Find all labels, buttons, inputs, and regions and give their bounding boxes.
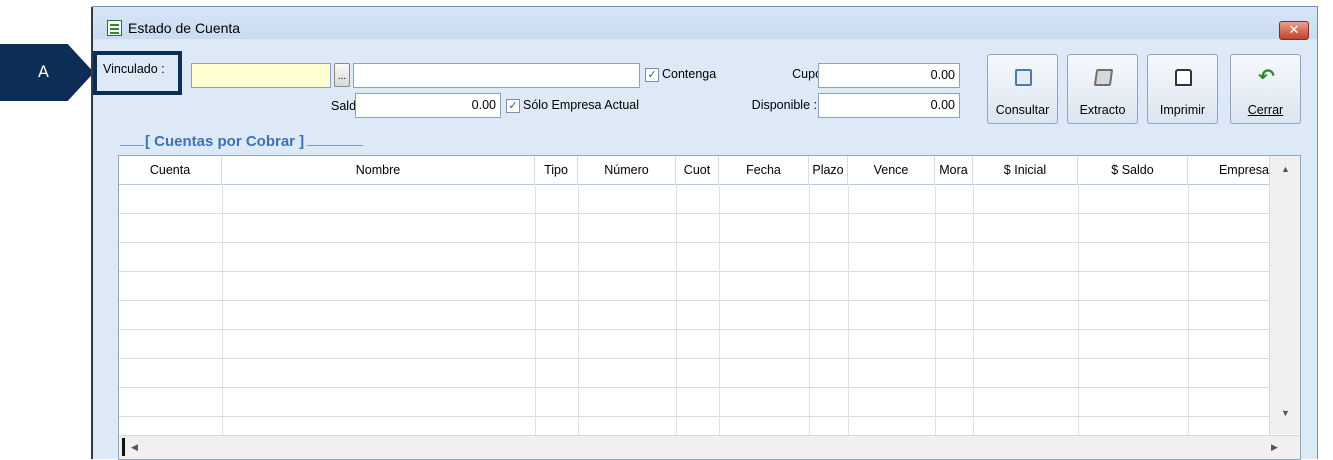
grid-col-line (1188, 184, 1189, 459)
disponible-input[interactable]: 0.00 (818, 93, 960, 118)
imprimir-button[interactable]: Imprimir (1147, 54, 1218, 124)
cuentas-grid[interactable]: Cuenta Nombre Tipo Número Cuot Fecha Pla… (118, 155, 1301, 460)
scroll-up-arrow-icon[interactable]: ▲ (1281, 164, 1290, 174)
consultar-button[interactable]: Consultar (987, 54, 1058, 124)
estado-cuenta-window: Estado de Cuenta ✕ Vinculado : ... ✓ Con… (91, 6, 1318, 460)
scroll-left-arrow-icon[interactable]: ◀ (131, 442, 138, 453)
col-tipo[interactable]: Tipo (535, 156, 578, 184)
contenga-checkbox[interactable]: ✓ (645, 68, 659, 82)
col-plazo[interactable]: Plazo (809, 156, 848, 184)
grid-col-line (935, 184, 936, 459)
statement-icon (1093, 69, 1114, 86)
grid-col-line (719, 184, 720, 459)
extracto-label: Extracto (1079, 103, 1126, 117)
solo-empresa-label: Sólo Empresa Actual (523, 98, 640, 112)
grid-col-line (676, 184, 677, 459)
title-bar: Estado de Cuenta ✕ (93, 7, 1317, 40)
contenga-label: Contenga (662, 67, 717, 81)
horizontal-scroll-thumb[interactable] (122, 438, 125, 456)
grid-col-line (578, 184, 579, 459)
callout-label: A (38, 62, 49, 81)
group-divider-left (120, 145, 144, 146)
cupo-input[interactable]: 0.00 (818, 63, 960, 88)
col-cuenta[interactable]: Cuenta (119, 156, 222, 184)
vinculado-label: Vinculado : (103, 62, 165, 76)
col-inicial[interactable]: $ Inicial (973, 156, 1078, 184)
grid-row-line (119, 213, 1269, 214)
grid-header: Cuenta Nombre Tipo Número Cuot Fecha Pla… (119, 156, 1269, 185)
disponible-label: Disponible : (751, 98, 817, 112)
grid-row-line (119, 358, 1269, 359)
col-nombre[interactable]: Nombre (222, 156, 535, 184)
grid-col-line (1078, 184, 1079, 459)
grid-col-line (535, 184, 536, 459)
grid-col-line (848, 184, 849, 459)
horizontal-scrollbar[interactable]: ◀ ▶ (119, 435, 1300, 459)
window-title: Estado de Cuenta (128, 20, 241, 36)
scroll-down-arrow-icon[interactable]: ▼ (1281, 408, 1290, 418)
app-document-icon (107, 20, 122, 36)
printer-icon (1175, 69, 1192, 86)
undo-arrow-icon: ↶ (1258, 66, 1275, 88)
imprimir-label: Imprimir (1159, 103, 1206, 117)
col-vence[interactable]: Vence (848, 156, 935, 184)
col-cuot[interactable]: Cuot (676, 156, 719, 184)
solo-empresa-checkbox[interactable]: ✓ (506, 99, 520, 113)
vertical-scrollbar[interactable]: ▲ ▼ (1269, 156, 1300, 434)
col-numero[interactable]: Número (578, 156, 676, 184)
grid-row-line (119, 271, 1269, 272)
consultar-label: Consultar (995, 103, 1050, 117)
col-fecha[interactable]: Fecha (719, 156, 809, 184)
grid-col-line (809, 184, 810, 459)
cerrar-label: Cerrar (1247, 103, 1284, 117)
vinculado-label-box: Vinculado : (93, 51, 182, 95)
cerrar-button[interactable]: ↶ Cerrar (1230, 54, 1301, 124)
callout-arrow: A (0, 44, 94, 101)
nombre-input[interactable] (353, 63, 640, 88)
col-saldo[interactable]: $ Saldo (1078, 156, 1188, 184)
extracto-button[interactable]: Extracto (1067, 54, 1138, 124)
grid-row-line (119, 329, 1269, 330)
grid-row-line (119, 387, 1269, 388)
close-button[interactable]: ✕ (1279, 21, 1309, 40)
browse-vinculado-button[interactable]: ... (334, 63, 350, 87)
saldo-input[interactable]: 0.00 (355, 93, 501, 118)
grid-col-line (222, 184, 223, 459)
grid-row-line (119, 300, 1269, 301)
cuentas-por-cobrar-title: [ Cuentas por Cobrar ] (145, 133, 305, 150)
grid-row-line (119, 242, 1269, 243)
col-empresa[interactable]: Empresa (1188, 156, 1269, 184)
vinculado-input[interactable] (191, 63, 331, 88)
group-divider-right (307, 145, 363, 146)
col-mora[interactable]: Mora (935, 156, 973, 184)
grid-row-line (119, 416, 1269, 417)
search-icon (1015, 69, 1032, 86)
grid-col-line (973, 184, 974, 459)
scroll-right-arrow-icon[interactable]: ▶ (1271, 442, 1278, 453)
